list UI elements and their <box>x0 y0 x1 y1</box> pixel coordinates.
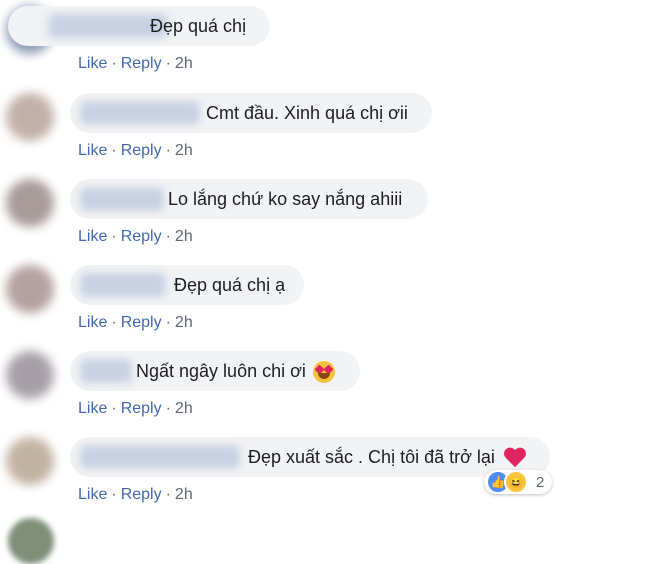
comment-actions: Like · Reply · 2h <box>78 139 193 163</box>
comment-actions: Like · Reply · 2h <box>78 483 193 507</box>
timestamp[interactable]: 2h <box>175 55 193 72</box>
separator: · <box>111 486 117 503</box>
like-link[interactable]: Like <box>78 228 107 245</box>
avatar[interactable] <box>6 93 54 141</box>
avatar[interactable] <box>6 351 54 399</box>
like-link[interactable]: Like <box>78 55 107 72</box>
like-link[interactable]: Like <box>78 314 107 331</box>
timestamp[interactable]: 2h <box>175 228 193 245</box>
comment: Lo lắng chứ ko say nắng ahiii Like · Reply… <box>0 179 660 265</box>
comment-bubble: Đẹp quá chị ạ <box>70 265 304 305</box>
separator: · <box>165 142 171 159</box>
separator: · <box>111 228 117 245</box>
reply-link[interactable]: Reply <box>121 400 162 417</box>
comment: Ngất ngây luôn chi ơi Like · Reply · 2h <box>0 351 660 437</box>
like-link[interactable]: Like <box>78 486 107 503</box>
reactions-badge[interactable]: 👍 😆 2 <box>484 470 553 494</box>
comment-actions: Like · Reply · 2h <box>78 225 193 249</box>
comment: Cmt đầu. Xinh quá chị ơii Like · Reply · 2h <box>0 93 660 179</box>
author-name[interactable] <box>80 101 200 125</box>
comment-text-content: Ngất ngây luôn chi ơi <box>136 361 306 381</box>
like-link[interactable]: Like <box>78 142 107 159</box>
haha-icon: 😆 <box>504 470 528 494</box>
reply-link[interactable]: Reply <box>121 55 162 72</box>
reply-link[interactable]: Reply <box>121 228 162 245</box>
author-name[interactable] <box>80 359 132 383</box>
separator: · <box>165 486 171 503</box>
like-link[interactable]: Like <box>78 400 107 417</box>
comment: Đẹp quá chị ạ Like · Reply · 2h <box>0 265 660 351</box>
comment-bubble: Đẹp xuất sắc . Chị tôi đã trở lại <box>70 437 550 477</box>
comment-actions: Like · Reply · 2h <box>78 52 193 76</box>
comment-text: Đẹp xuất sắc . Chị tôi đã trở lại <box>248 437 526 477</box>
comment: Đẹp quá chị Like · Reply · 2h <box>0 6 660 92</box>
comment-bubble: Lo lắng chứ ko say nắng ahiii <box>70 179 428 219</box>
reply-link[interactable]: Reply <box>121 314 162 331</box>
reply-link[interactable]: Reply <box>121 486 162 503</box>
avatar[interactable] <box>6 437 54 485</box>
timestamp[interactable]: 2h <box>175 314 193 331</box>
comment-bubble: Đẹp quá chị <box>8 6 270 46</box>
reaction-count: 2 <box>536 473 545 491</box>
avatar[interactable] <box>8 518 54 564</box>
comment-actions: Like · Reply · 2h <box>78 397 193 421</box>
comment-text: Đẹp quá chị <box>150 16 247 36</box>
comment-text: Cmt đầu. Xinh quá chị ơii <box>206 103 408 123</box>
separator: · <box>111 55 117 72</box>
heart-icon <box>504 448 526 468</box>
author-name[interactable] <box>80 187 164 211</box>
comment-bubble: Cmt đầu. Xinh quá chị ơii <box>70 93 432 133</box>
timestamp[interactable]: 2h <box>175 142 193 159</box>
comment-text-content: Đẹp xuất sắc . Chị tôi đã trở lại <box>248 447 495 467</box>
timestamp[interactable]: 2h <box>175 486 193 503</box>
separator: · <box>111 314 117 331</box>
avatar[interactable] <box>6 265 54 313</box>
separator: · <box>165 228 171 245</box>
comment-actions: Like · Reply · 2h <box>78 311 193 335</box>
author-name[interactable] <box>80 273 166 297</box>
separator: · <box>165 400 171 417</box>
comment-text: Ngất ngây luôn chi ơi <box>136 351 335 391</box>
timestamp[interactable]: 2h <box>175 400 193 417</box>
comment: Đẹp xuất sắc . Chị tôi đã trở lại Like · R… <box>0 437 660 523</box>
separator: · <box>111 400 117 417</box>
separator: · <box>111 142 117 159</box>
avatar[interactable] <box>6 179 54 227</box>
heart-eyes-icon <box>312 361 335 384</box>
separator: · <box>165 314 171 331</box>
comment-text: Đẹp quá chị ạ <box>174 275 286 295</box>
comment-text: Lo lắng chứ ko say nắng ahiii <box>168 189 403 209</box>
comment-bubble: Ngất ngây luôn chi ơi <box>70 351 360 391</box>
reply-link[interactable]: Reply <box>121 142 162 159</box>
separator: · <box>165 55 171 72</box>
author-name[interactable] <box>80 445 240 469</box>
